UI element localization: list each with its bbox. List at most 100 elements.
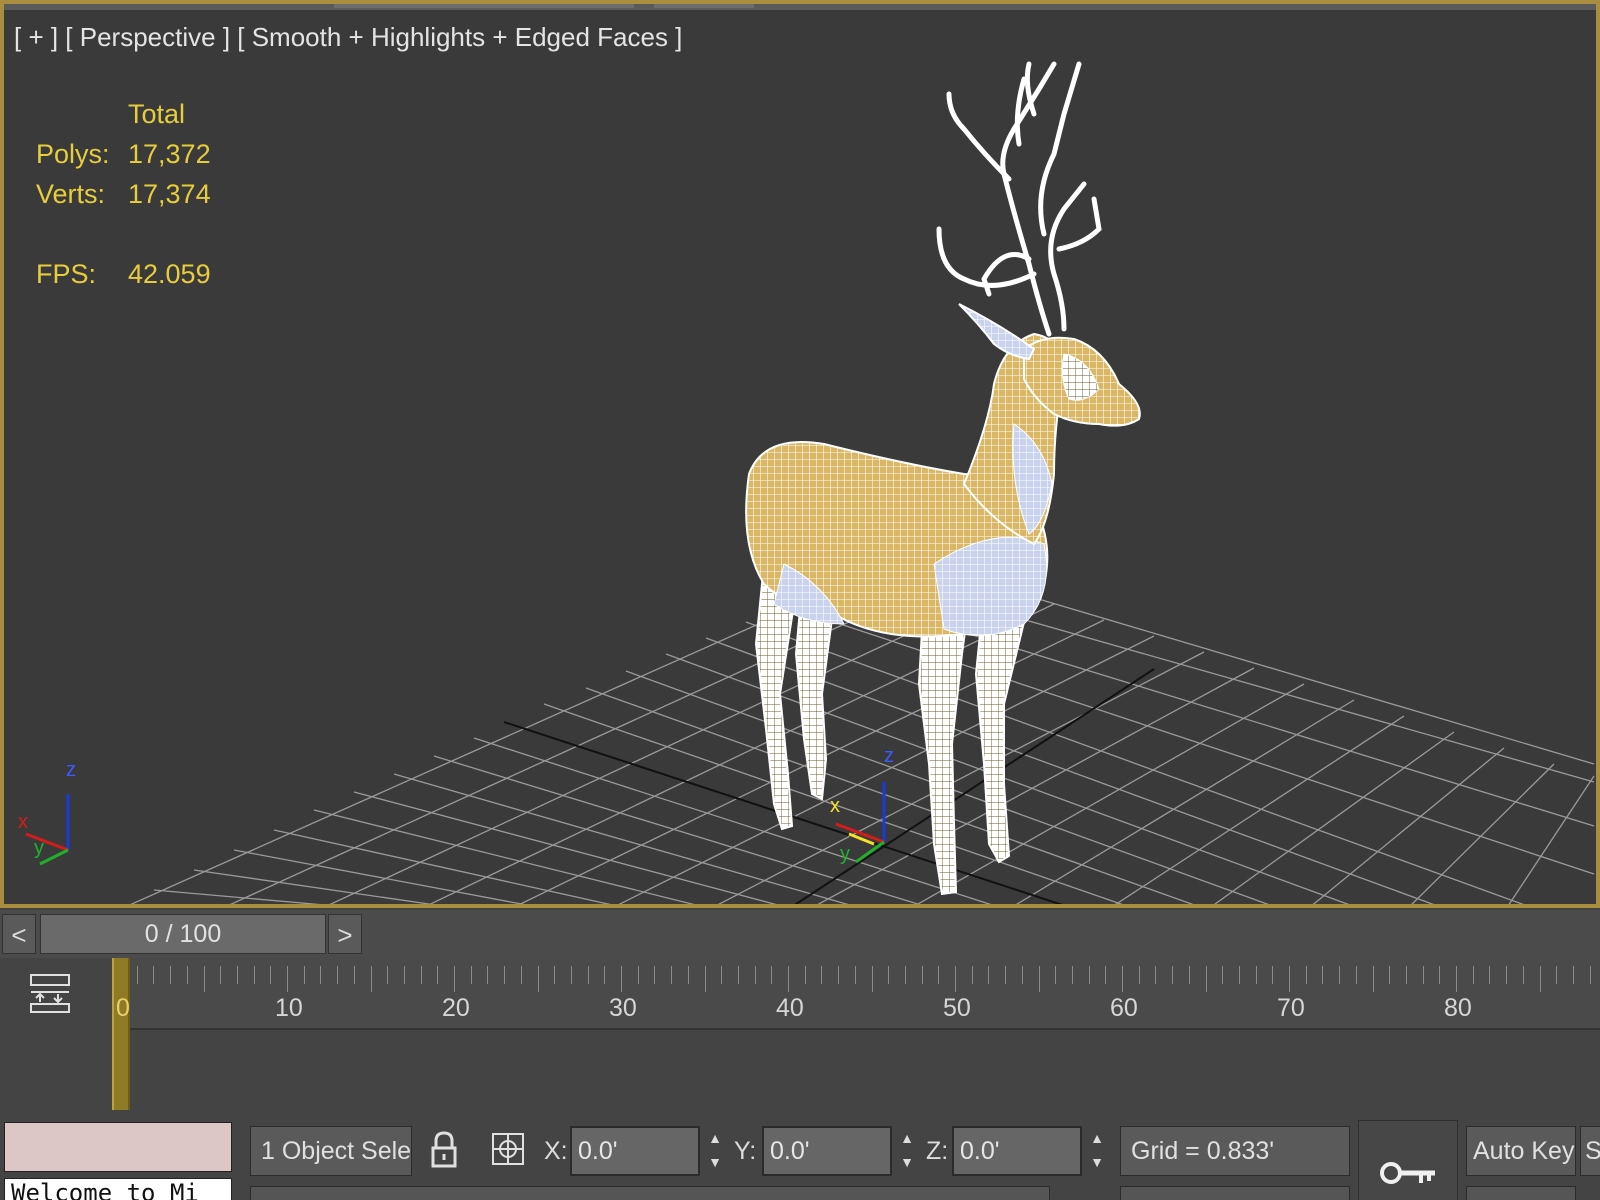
ruler-tick xyxy=(737,966,739,984)
ruler-tick xyxy=(1188,966,1190,984)
ruler-tick xyxy=(771,966,773,984)
ruler-tick xyxy=(871,966,873,992)
maxscript-mini-listener[interactable] xyxy=(4,1122,232,1172)
prev-frame-button[interactable]: < xyxy=(2,914,36,954)
scene-canvas[interactable]: z x y z x y xyxy=(4,4,1600,908)
ruler-tick xyxy=(287,966,288,992)
ruler-tick xyxy=(387,966,389,984)
y-coord-spinner[interactable]: ▲ ▼ xyxy=(896,1126,918,1176)
grid-axis-lines xyxy=(503,668,1155,904)
key-track[interactable] xyxy=(118,1032,1600,1110)
stats-fps-value: 42.059 xyxy=(128,259,211,289)
time-tag-field xyxy=(1120,1186,1350,1200)
ruler-tick xyxy=(1456,966,1457,992)
ruler-tick xyxy=(838,966,840,984)
app-window: z x y z x y [ + ] [ Perspective ] [ Smoo… xyxy=(0,0,1600,1200)
ruler-tick xyxy=(487,966,489,984)
viewport-label-menu[interactable]: [ + ] [ Perspective ] [ Smooth + Highlig… xyxy=(14,22,682,53)
ruler-tick xyxy=(270,966,272,984)
ruler-tick xyxy=(621,966,622,992)
ruler-tick xyxy=(1589,966,1591,984)
x-coord-label: X: xyxy=(544,1137,568,1165)
y-coord-input[interactable]: 0.0' xyxy=(762,1126,892,1176)
time-slider[interactable]: 0 / 100 xyxy=(40,914,326,954)
ruler-tick xyxy=(1272,966,1274,984)
maxscript-listener-output[interactable]: Welcome to Mi xyxy=(4,1178,232,1200)
tripod-y-label: y xyxy=(34,837,44,859)
gizmo-y-label: y xyxy=(840,843,850,865)
ruler-tick xyxy=(253,966,255,984)
set-key-mode-button[interactable]: S xyxy=(1580,1126,1600,1176)
perspective-viewport[interactable]: z x y z x y [ + ] [ Perspective ] [ Smoo… xyxy=(0,0,1600,908)
ruler-tick xyxy=(403,966,405,984)
ruler-tick xyxy=(1572,966,1574,984)
next-frame-button[interactable]: > xyxy=(328,914,362,954)
key-mode-row xyxy=(1466,1186,1576,1200)
ruler-tick xyxy=(1506,966,1508,984)
ruler-tick xyxy=(220,966,222,984)
ruler-tick xyxy=(320,966,322,984)
ruler-tick xyxy=(1238,966,1240,984)
time-slider-bar: < 0 / 100 > xyxy=(0,910,1600,958)
ruler-tick xyxy=(203,966,205,992)
ruler-tick xyxy=(1055,966,1057,984)
stats-header: Total xyxy=(128,99,186,129)
x-coord-input[interactable]: 0.0' xyxy=(570,1126,700,1176)
ruler-tick xyxy=(1205,966,1207,992)
frame-ruler[interactable]: 10 20 30 40 50 60 70 80 xyxy=(118,958,1600,1030)
gizmo-z-label: z xyxy=(884,745,894,767)
absolute-mode-transform-icon[interactable] xyxy=(488,1126,528,1176)
selection-lock-icon[interactable] xyxy=(424,1126,464,1176)
ruler-tick xyxy=(136,966,138,984)
ruler-tick-label: 50 xyxy=(943,994,971,1022)
ruler-tick xyxy=(1122,966,1123,992)
current-frame-label: 0 xyxy=(116,994,130,1022)
x-coord-spinner[interactable]: ▲ ▼ xyxy=(704,1126,726,1176)
ruler-tick xyxy=(754,966,756,984)
y-coord-label: Y: xyxy=(734,1137,757,1165)
ruler-tick xyxy=(1472,966,1474,984)
grid-size-display: Grid = 0.833' xyxy=(1120,1126,1350,1176)
ruler-tick xyxy=(854,966,856,984)
auto-key-button[interactable]: Auto Key xyxy=(1466,1126,1576,1176)
ruler-tick xyxy=(537,966,539,992)
track-bar-icon-area xyxy=(0,958,118,1110)
ruler-tick xyxy=(1372,966,1374,992)
ruler-tick xyxy=(1005,966,1007,984)
prompt-line xyxy=(250,1186,1050,1200)
stats-fps-label: FPS: xyxy=(36,259,97,289)
ruler-tick xyxy=(687,966,689,984)
ruler-tick xyxy=(1539,966,1541,992)
ruler-tick xyxy=(804,966,806,984)
ruler-tick-label: 30 xyxy=(609,994,637,1022)
set-key-button[interactable] xyxy=(1358,1120,1458,1200)
ruler-tick-label: 40 xyxy=(776,994,804,1022)
track-bar[interactable]: 10 20 30 40 50 60 70 80 0 xyxy=(0,958,1600,1110)
curve-editor-icon[interactable] xyxy=(28,972,74,1016)
stats-polys-label: Polys: xyxy=(36,139,110,169)
ruler-tick xyxy=(1339,966,1341,984)
z-coord-spinner[interactable]: ▲ ▼ xyxy=(1086,1126,1108,1176)
ruler-tick xyxy=(420,966,422,984)
z-coord-input[interactable]: 0.0' xyxy=(952,1126,1082,1176)
ruler-tick xyxy=(1405,966,1407,984)
ruler-tick-label: 60 xyxy=(1110,994,1138,1022)
ruler-tick xyxy=(1322,966,1324,984)
ruler-tick xyxy=(988,966,990,984)
ruler-tick xyxy=(1422,966,1424,984)
ruler-tick xyxy=(1155,966,1157,984)
selection-info: 1 Object Sele xyxy=(250,1126,412,1176)
ruler-tick xyxy=(1255,966,1257,984)
ruler-tick xyxy=(1172,966,1174,984)
axis-tripod: z x y xyxy=(18,759,76,866)
ruler-tick xyxy=(1038,966,1040,992)
ruler-tick xyxy=(1389,966,1391,984)
ruler-tick-label: 70 xyxy=(1277,994,1305,1022)
ruler-tick xyxy=(654,966,656,984)
ruler-tick xyxy=(337,966,339,984)
ruler-tick xyxy=(587,966,589,984)
ruler-tick xyxy=(520,966,522,984)
current-time-marker[interactable]: 0 xyxy=(112,958,130,1110)
ruler-tick xyxy=(1222,966,1224,984)
ruler-tick xyxy=(454,966,455,992)
